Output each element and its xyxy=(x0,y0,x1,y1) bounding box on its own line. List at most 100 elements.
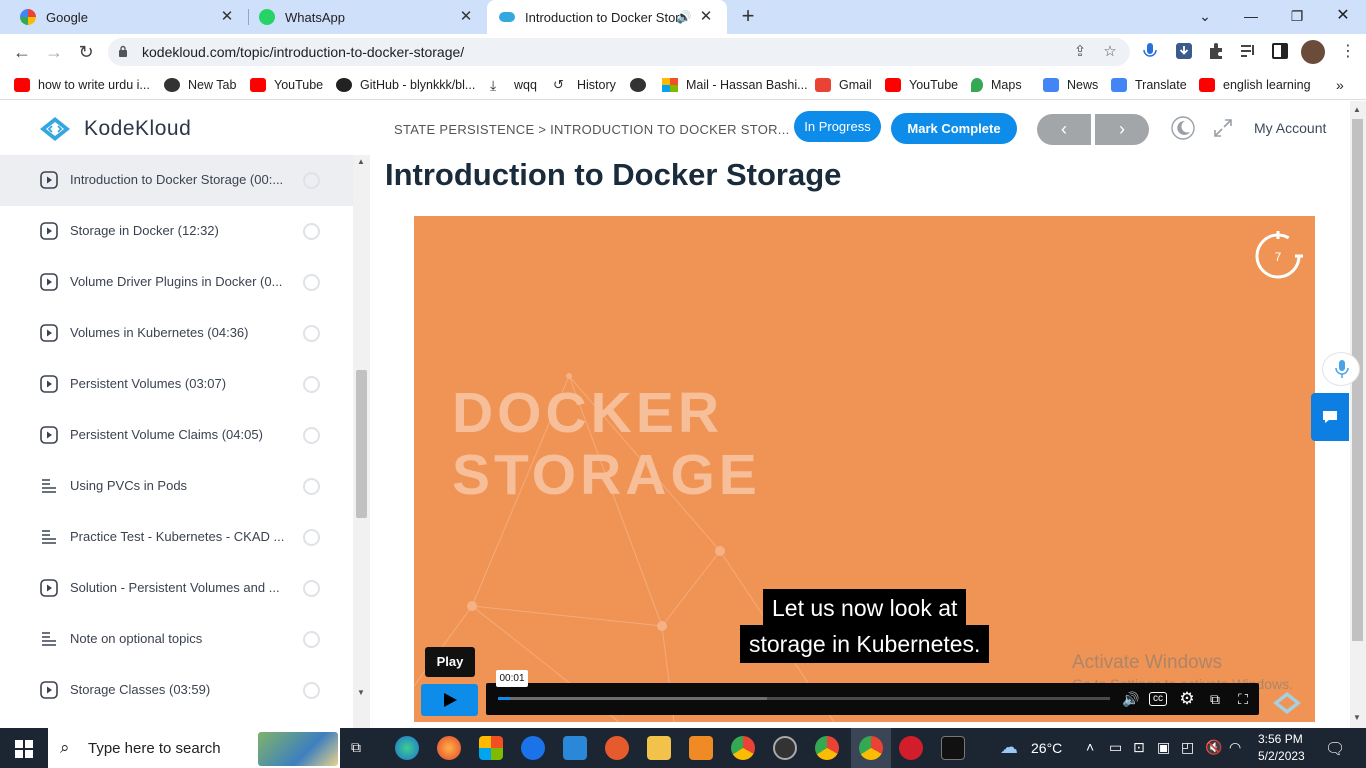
speaker-mute-icon[interactable]: 🔊 xyxy=(675,8,693,26)
download-extension-icon[interactable] xyxy=(1175,42,1193,60)
video-app-icon[interactable] xyxy=(605,736,629,760)
close-tab-icon[interactable]: ✕ xyxy=(457,8,475,26)
completion-circle[interactable] xyxy=(303,478,320,495)
lesson-item[interactable]: Note on optional topics xyxy=(0,614,353,665)
bookmark-star-icon[interactable]: ☆ xyxy=(1100,42,1120,62)
fullscreen-icon[interactable]: ⛶ xyxy=(1233,689,1253,709)
chrome-active-icon[interactable] xyxy=(859,736,883,760)
completion-circle[interactable] xyxy=(303,223,320,240)
bookmark-item[interactable]: ⤓ wqq xyxy=(490,76,537,94)
terminal-icon[interactable] xyxy=(941,736,965,760)
bookmark-item[interactable]: ↺ History xyxy=(553,76,616,94)
weather-temperature[interactable]: 26°C xyxy=(1031,740,1062,756)
voice-input-floating-button[interactable] xyxy=(1322,352,1360,386)
bookmark-item[interactable]: News xyxy=(1043,76,1098,94)
lesson-item[interactable]: Volumes in Kubernetes (04:36) xyxy=(0,308,353,359)
bookmark-item[interactable]: YouTube xyxy=(885,76,958,94)
task-view-icon[interactable]: ⧉ xyxy=(351,739,361,756)
lesson-item[interactable]: Introduction to Docker Storage (00:... xyxy=(0,155,353,206)
dark-mode-moon-icon[interactable] xyxy=(1171,116,1195,140)
bookmark-item[interactable]: Mail - Hassan Bashi... xyxy=(662,76,808,94)
share-icon[interactable]: ⇪ xyxy=(1070,42,1090,62)
bookmark-item[interactable]: New Tab xyxy=(164,76,236,94)
tray-chevron-up-icon[interactable]: ˄ xyxy=(1086,739,1094,755)
chrome-menu-kebab-icon[interactable]: ⋮ xyxy=(1337,41,1359,63)
kodekloud-logo-icon[interactable] xyxy=(36,115,74,143)
breadcrumb[interactable]: STATE PERSISTENCE > INTRODUCTION TO DOCK… xyxy=(394,122,790,137)
back-arrow-icon[interactable]: ← xyxy=(11,41,33,63)
play-button[interactable] xyxy=(421,684,478,716)
completion-circle[interactable] xyxy=(303,529,320,546)
taskbar-search-box[interactable]: ⌕ Type here to search xyxy=(48,728,340,768)
lesson-item[interactable]: Volume Driver Plugins in Docker (0... xyxy=(0,257,353,308)
mark-complete-button[interactable]: Mark Complete xyxy=(891,113,1017,144)
volume-icon[interactable]: 🔊 xyxy=(1121,689,1141,709)
reading-list-icon[interactable] xyxy=(1239,42,1257,60)
tab-search-chevron-icon[interactable]: ⌄ xyxy=(1190,4,1220,28)
lesson-item[interactable]: Storage in Docker (12:32) xyxy=(0,206,353,257)
page-scrollbar[interactable]: ▲ ▼ xyxy=(1350,101,1366,728)
lesson-item[interactable]: Solution - Persistent Volumes and ... xyxy=(0,563,353,614)
chrome-profile-icon[interactable] xyxy=(815,736,839,760)
wifi-icon[interactable]: ◠ xyxy=(1229,739,1241,756)
previous-lesson-button[interactable]: ‹ xyxy=(1037,114,1091,145)
file-explorer-icon[interactable] xyxy=(647,736,671,760)
chrome-icon[interactable] xyxy=(731,736,755,760)
more-bookmarks-chevron-icon[interactable]: » xyxy=(1336,76,1344,94)
close-window-button[interactable]: ✕ xyxy=(1328,4,1358,28)
video-player[interactable]: DOCKER STORAGE 7 Let us now look at stor… xyxy=(414,216,1315,722)
closed-captions-icon[interactable]: cc xyxy=(1149,692,1167,706)
completion-circle[interactable] xyxy=(303,580,320,597)
network-icon[interactable]: ⊡ xyxy=(1133,739,1145,756)
battery-icon[interactable]: ▭ xyxy=(1109,739,1122,756)
progress-track[interactable] xyxy=(498,697,1110,700)
scroll-up-arrow-icon[interactable]: ▲ xyxy=(357,157,365,166)
bookmark-item[interactable]: Maps xyxy=(971,76,1022,94)
tab-whatsapp[interactable]: WhatsApp ✕ xyxy=(249,0,487,34)
chat-floating-button[interactable] xyxy=(1311,393,1349,441)
restore-button[interactable]: ❐ xyxy=(1282,4,1312,28)
sidebar-scrollbar[interactable]: ▲ ▼ xyxy=(353,155,370,728)
bookmark-item[interactable]: Gmail xyxy=(815,76,872,94)
side-panel-icon[interactable] xyxy=(1271,42,1289,60)
office-app-icon[interactable] xyxy=(689,736,713,760)
edge-browser-icon[interactable] xyxy=(395,736,419,760)
next-lesson-button[interactable]: › xyxy=(1095,114,1149,145)
lesson-item[interactable]: Persistent Volumes (03:07) xyxy=(0,359,353,410)
bookmark-item[interactable]: GitHub - blynkkk/bl... xyxy=(336,76,475,94)
sidebar-scroll-thumb[interactable] xyxy=(356,370,367,518)
page-scroll-up-icon[interactable]: ▲ xyxy=(1353,105,1361,114)
notifications-icon[interactable]: 🗨 xyxy=(1325,739,1345,759)
new-tab-button[interactable]: + xyxy=(737,5,759,27)
address-bar[interactable]: kodekloud.com/topic/introduction-to-dock… xyxy=(108,38,1130,66)
fullscreen-expand-icon[interactable] xyxy=(1211,116,1235,140)
microphone-extension-icon[interactable] xyxy=(1141,42,1159,60)
logo-text[interactable]: KodeKloud xyxy=(84,117,191,141)
bookmark-item[interactable] xyxy=(630,76,654,94)
clock-time[interactable]: 3:56 PM xyxy=(1258,732,1303,746)
completion-circle[interactable] xyxy=(303,172,320,189)
bookmark-item[interactable]: how to write urdu i... xyxy=(14,76,150,94)
scroll-down-arrow-icon[interactable]: ▼ xyxy=(357,688,365,697)
bookmark-item[interactable]: YouTube xyxy=(250,76,323,94)
microsoft-store-icon[interactable] xyxy=(479,736,503,760)
close-tab-icon[interactable]: ✕ xyxy=(218,8,236,26)
profile-avatar[interactable] xyxy=(1301,40,1325,64)
tray-app-icon[interactable]: ▣ xyxy=(1157,739,1170,756)
reload-icon[interactable]: ↻ xyxy=(75,41,97,63)
lesson-item[interactable]: Persistent Volume Claims (04:05) xyxy=(0,410,353,461)
completion-circle[interactable] xyxy=(303,427,320,444)
completion-circle[interactable] xyxy=(303,682,320,699)
windows-start-icon[interactable] xyxy=(15,740,33,758)
firefox-icon[interactable] xyxy=(437,736,461,760)
completion-circle[interactable] xyxy=(303,631,320,648)
close-tab-icon[interactable]: ✕ xyxy=(697,8,715,26)
bookmark-item[interactable]: english learning xyxy=(1199,76,1311,94)
forward-arrow-icon[interactable]: → xyxy=(43,41,65,63)
messaging-app-icon[interactable] xyxy=(521,736,545,760)
minimize-button[interactable]: — xyxy=(1236,4,1266,28)
lesson-item[interactable]: Practice Test - Kubernetes - CKAD ... xyxy=(0,512,353,563)
page-scroll-down-icon[interactable]: ▼ xyxy=(1353,713,1361,722)
settings-gear-icon[interactable]: ⚙ xyxy=(1177,689,1197,709)
opera-icon[interactable] xyxy=(899,736,923,760)
